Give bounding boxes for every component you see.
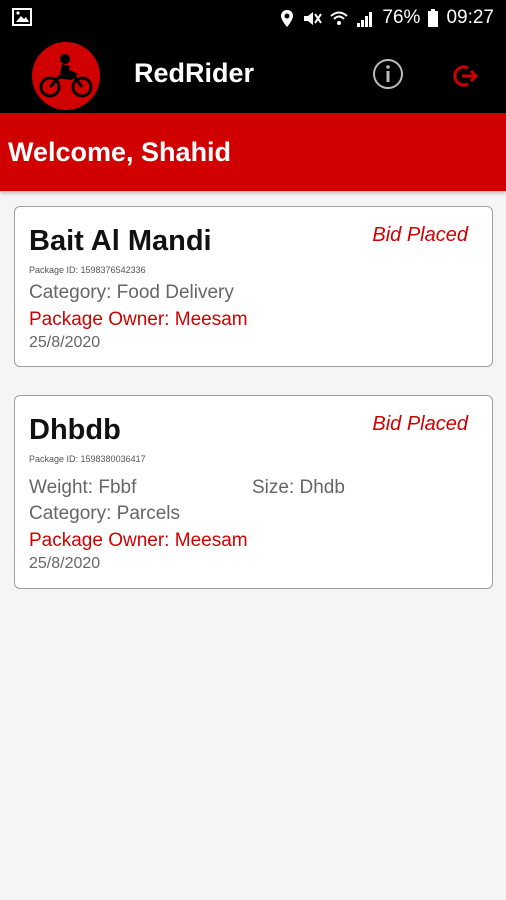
package-date: 25/8/2020 — [29, 555, 101, 572]
status-bar: 76% 09:27 — [0, 0, 506, 36]
package-title: Bait Al Mandi — [29, 225, 212, 257]
package-id: Package ID: 1598380036417 — [29, 454, 146, 464]
package-size: Size: Dhdb — [252, 477, 345, 498]
info-icon[interactable] — [372, 58, 404, 90]
app-bar: RedRider — [0, 36, 506, 113]
package-card[interactable]: Dhbdb Bid Placed Package ID: 15983800364… — [14, 395, 493, 589]
motorcycle-logo — [32, 42, 100, 110]
package-title: Dhbdb — [29, 414, 121, 446]
package-date: 25/8/2020 — [29, 334, 101, 351]
bid-status: Bid Placed — [372, 224, 468, 246]
wifi-icon — [330, 9, 349, 28]
image-icon — [12, 8, 32, 26]
package-card[interactable]: Bait Al Mandi Bid Placed Package ID: 159… — [14, 206, 493, 367]
logout-icon[interactable] — [452, 62, 480, 90]
bid-status: Bid Placed — [372, 413, 468, 435]
app-title: RedRider — [134, 58, 255, 88]
package-owner: Package Owner: Meesam — [29, 530, 248, 551]
package-id: Package ID: 1598376542336 — [29, 265, 146, 275]
signal-icon — [356, 9, 374, 28]
clock: 09:27 — [446, 7, 494, 28]
welcome-text: Welcome, Shahid — [8, 137, 232, 167]
mute-icon — [302, 9, 323, 28]
location-icon — [280, 9, 294, 28]
battery-icon — [428, 9, 439, 27]
package-weight: Weight: Fbbf — [29, 477, 137, 498]
package-category: Category: Food Delivery — [29, 282, 234, 303]
battery-percent: 76% — [382, 7, 421, 28]
package-owner: Package Owner: Meesam — [29, 309, 248, 330]
package-category: Category: Parcels — [29, 503, 181, 524]
welcome-banner: Welcome, Shahid — [0, 113, 506, 191]
